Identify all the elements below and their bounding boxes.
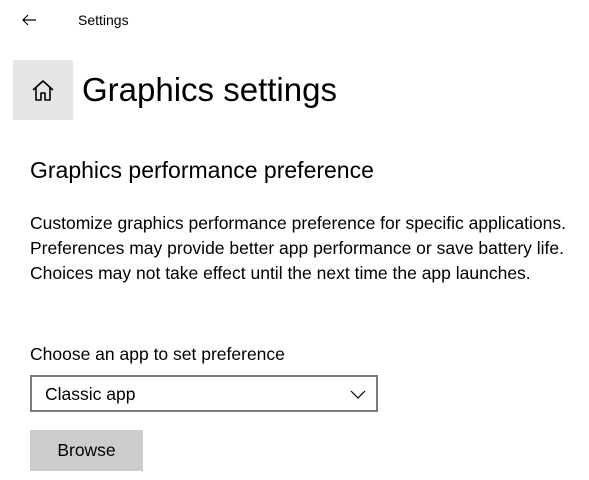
chevron-down-icon bbox=[350, 390, 366, 399]
home-button[interactable] bbox=[13, 60, 73, 120]
browse-button[interactable]: Browse bbox=[30, 430, 143, 471]
title-bar: Settings bbox=[0, 0, 589, 40]
section-title: Graphics performance preference bbox=[30, 157, 374, 183]
section-description: Customize graphics performance preferenc… bbox=[30, 213, 566, 283]
page-title: Graphics settings bbox=[82, 71, 337, 108]
app-type-dropdown[interactable]: Classic app bbox=[30, 375, 378, 412]
home-icon bbox=[32, 80, 54, 101]
arrow-left-icon bbox=[22, 14, 36, 26]
dropdown-selected-value: Classic app bbox=[45, 384, 136, 404]
choose-app-label: Choose an app to set preference bbox=[30, 344, 285, 364]
back-button[interactable] bbox=[14, 6, 44, 34]
settings-window: Settings Graphics settings Graphics perf… bbox=[0, 0, 589, 480]
window-title: Settings bbox=[78, 12, 129, 28]
